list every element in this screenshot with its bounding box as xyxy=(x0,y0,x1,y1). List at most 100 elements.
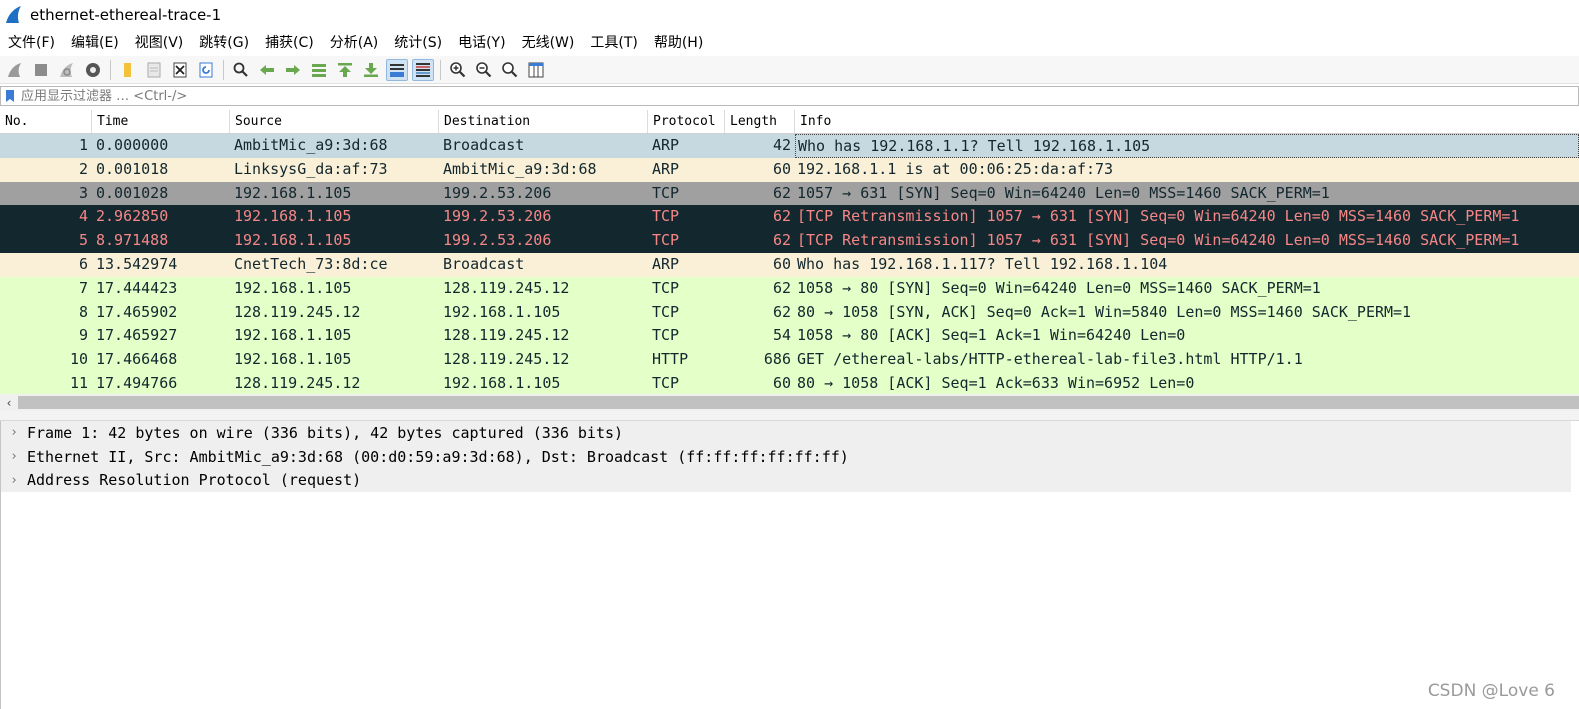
display-filter-input[interactable] xyxy=(21,87,1578,105)
pane-splitter[interactable] xyxy=(0,411,1579,421)
detail-item-ethernet[interactable]: › Ethernet II, Src: AmbitMic_a9:3d:68 (0… xyxy=(1,444,1571,469)
menu-item[interactable]: 捕获(C) xyxy=(257,30,322,56)
packet-cell-length: 62 xyxy=(772,278,791,297)
menu-item[interactable]: 统计(S) xyxy=(386,30,450,56)
packet-row[interactable]: 6 13.542974 CnetTech_73:8d:ce Broadcast ARP 6… xyxy=(0,252,1579,277)
packet-cell-destination: 199.2.53.206 xyxy=(443,183,552,202)
zoom-normal-icon[interactable] xyxy=(499,59,521,81)
packet-cell-info: 80 → 1058 [ACK] Seq=1 Ack=633 Win=6952 L… xyxy=(797,373,1195,392)
go-back-arrow-icon[interactable] xyxy=(256,59,278,81)
go-last-icon[interactable] xyxy=(360,59,382,81)
packet-rows: 1 0.000000 AmbitMic_a9:3d:68 Broadcast ARP 42… xyxy=(0,134,1579,394)
wireshark-fin-icon xyxy=(6,6,21,23)
packet-cell-no: 2 xyxy=(78,159,88,178)
close-file-icon[interactable] xyxy=(169,59,191,81)
column-header-source[interactable]: Source xyxy=(230,110,439,133)
bookmark-icon[interactable] xyxy=(3,88,17,104)
watermark: CSDN @Love 6 xyxy=(1427,681,1555,701)
detail-item-label: Ethernet II, Src: AmbitMic_a9:3d:68 (00:… xyxy=(27,447,849,466)
scrollbar-thumb[interactable] xyxy=(18,396,1579,409)
packet-cell-time: 2.962850 xyxy=(96,207,169,226)
packet-row[interactable]: 2 0.001018 LinksysG_da:af:73 AmbitMic_a9:3d… xyxy=(0,157,1579,182)
column-header-protocol[interactable]: Protocol xyxy=(648,110,725,133)
menu-item[interactable]: 视图(V) xyxy=(127,30,192,56)
shark-fin-start-icon[interactable] xyxy=(4,59,26,81)
packet-list-hscrollbar[interactable]: ‹ xyxy=(0,394,1579,411)
packet-cell-no: 7 xyxy=(78,278,88,297)
packet-row[interactable]: 8 17.465902 128.119.245.12 192.168.1.105 TCP… xyxy=(0,300,1579,325)
packet-cell-no: 3 xyxy=(78,183,88,202)
packet-cell-info: Who has 192.168.1.1? Tell 192.168.1.105 xyxy=(795,134,1579,158)
column-header-length[interactable]: Length xyxy=(725,110,795,133)
find-magnifier-icon[interactable] xyxy=(230,59,252,81)
packet-list-header: No. Time Source Destination Protocol Len… xyxy=(0,110,1579,134)
packet-cell-source: LinksysG_da:af:73 xyxy=(234,159,388,178)
menu-item[interactable]: 分析(A) xyxy=(322,30,387,56)
packet-cell-protocol: HTTP xyxy=(652,350,689,369)
packet-row[interactable]: 10 17.466468 192.168.1.105 128.119.245.12 HT… xyxy=(0,348,1579,372)
autoscroll-icon[interactable] xyxy=(386,58,408,81)
packet-cell-info: 1058 → 80 [SYN] Seq=0 Win=64240 Len=0 MS… xyxy=(797,278,1321,297)
packet-cell-destination: 128.119.245.12 xyxy=(443,326,570,345)
packet-list: No. Time Source Destination Protocol Len… xyxy=(0,110,1579,394)
column-header-time[interactable]: Time xyxy=(92,110,230,133)
packet-row[interactable]: 4 2.962850 192.168.1.105 199.2.53.206 TCP 62 [… xyxy=(0,205,1579,230)
restart-fin-icon[interactable] xyxy=(56,59,78,81)
detail-item-arp[interactable]: › Address Resolution Protocol (request) xyxy=(1,468,1571,493)
packet-details: › Frame 1: 42 bytes on wire (336 bits), … xyxy=(0,421,1579,709)
menu-item[interactable]: 帮助(H) xyxy=(646,30,711,56)
menu-item[interactable]: 无线(W) xyxy=(514,30,583,56)
packet-cell-time: 8.971488 xyxy=(96,231,169,250)
resize-columns-icon[interactable] xyxy=(525,59,547,81)
expand-chevron-icon[interactable]: › xyxy=(1,473,27,488)
packet-cell-source: 192.168.1.105 xyxy=(234,231,352,250)
packet-row[interactable]: 3 0.001028 192.168.1.105 199.2.53.206 TCP 62 1… xyxy=(0,181,1579,206)
zoom-out-icon[interactable] xyxy=(473,59,495,81)
packet-cell-info: 80 → 1058 [SYN, ACK] Seq=0 Ack=1 Win=584… xyxy=(797,302,1412,321)
packet-cell-time: 0.001028 xyxy=(96,183,169,202)
expand-chevron-icon[interactable]: › xyxy=(1,425,27,440)
expand-chevron-icon[interactable]: › xyxy=(1,449,27,464)
packet-cell-time: 17.494766 xyxy=(96,373,178,392)
menu-item[interactable]: 工具(T) xyxy=(582,30,645,56)
packet-cell-protocol: TCP xyxy=(652,373,680,392)
column-header-destination[interactable]: Destination xyxy=(439,110,648,133)
packet-cell-length: 60 xyxy=(772,159,791,178)
save-file-icon[interactable] xyxy=(143,59,165,81)
zoom-in-icon[interactable] xyxy=(447,59,469,81)
reload-icon[interactable] xyxy=(195,59,217,81)
menu-item[interactable]: 编辑(E) xyxy=(63,30,127,56)
packet-cell-time: 17.466468 xyxy=(96,350,178,369)
scroll-left-arrow-icon[interactable]: ‹ xyxy=(0,394,18,411)
packet-cell-info: [TCP Retransmission] 1057 → 631 [SYN] Se… xyxy=(797,207,1520,226)
detail-item-label: Address Resolution Protocol (request) xyxy=(27,471,362,490)
menu-item[interactable]: 文件(F) xyxy=(0,30,63,56)
packet-cell-protocol: TCP xyxy=(652,231,680,250)
go-to-packet-icon[interactable] xyxy=(308,59,330,81)
packet-row[interactable]: 11 17.494766 128.119.245.12 192.168.1.105 TC… xyxy=(0,371,1579,394)
packet-row[interactable]: 5 8.971488 192.168.1.105 199.2.53.206 TCP 62 [… xyxy=(0,229,1579,253)
gear-options-icon[interactable] xyxy=(82,59,104,81)
packet-row[interactable]: 9 17.465927 192.168.1.105 128.119.245.12 TCP… xyxy=(0,324,1579,349)
packet-cell-length: 62 xyxy=(772,302,791,321)
packet-cell-time: 17.465902 xyxy=(96,302,178,321)
packet-cell-info: [TCP Retransmission] 1057 → 631 [SYN] Se… xyxy=(797,231,1520,250)
packet-row[interactable]: 1 0.000000 AmbitMic_a9:3d:68 Broadcast ARP 42… xyxy=(0,134,1579,158)
column-header-info[interactable]: Info xyxy=(795,110,1579,133)
go-forward-arrow-icon[interactable] xyxy=(282,59,304,81)
packet-cell-time: 13.542974 xyxy=(96,254,178,273)
packet-cell-source: 192.168.1.105 xyxy=(234,326,352,345)
detail-item-frame[interactable]: › Frame 1: 42 bytes on wire (336 bits), … xyxy=(1,421,1571,445)
packet-cell-destination: AmbitMic_a9:3d:68 xyxy=(443,159,597,178)
packet-row[interactable]: 7 17.444423 192.168.1.105 128.119.245.12 TCP… xyxy=(0,276,1579,301)
packet-cell-no: 1 xyxy=(78,136,88,154)
toolbar-separator xyxy=(110,59,111,80)
toolbar-separator xyxy=(223,59,224,80)
stop-square-icon[interactable] xyxy=(30,59,52,81)
menu-item[interactable]: 电话(Y) xyxy=(450,30,513,56)
open-folder-icon[interactable] xyxy=(117,59,139,81)
go-first-icon[interactable] xyxy=(334,59,356,81)
menu-item[interactable]: 跳转(G) xyxy=(191,30,257,56)
column-header-no[interactable]: No. xyxy=(0,110,92,133)
colorize-icon[interactable] xyxy=(412,58,434,81)
